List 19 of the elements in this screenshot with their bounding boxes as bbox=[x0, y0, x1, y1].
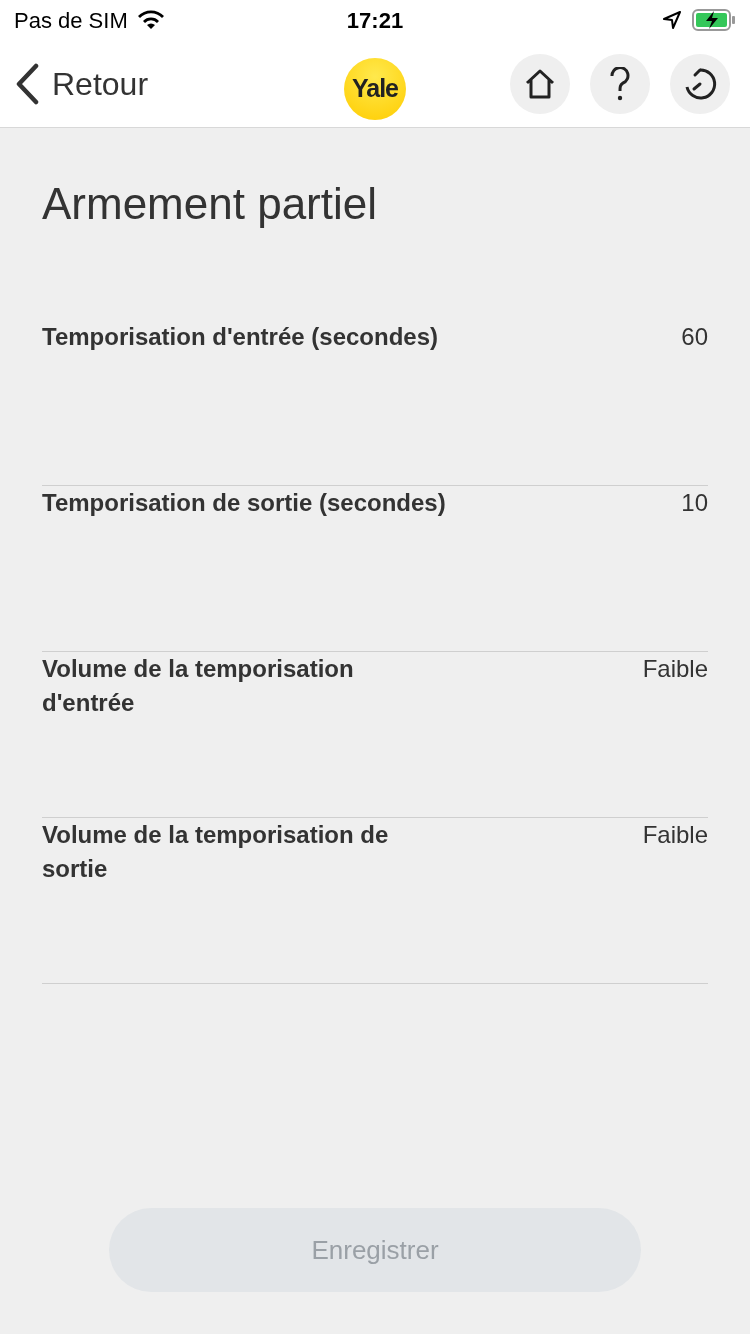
home-icon bbox=[524, 68, 556, 99]
clock-time: 17:21 bbox=[346, 6, 404, 35]
question-icon bbox=[609, 66, 631, 101]
setting-value[interactable]: Faible bbox=[642, 652, 708, 686]
back-button[interactable]: Retour bbox=[14, 59, 149, 108]
yale-logo: Yale bbox=[344, 58, 406, 120]
timer-icon bbox=[683, 66, 717, 101]
setting-value[interactable]: Faible bbox=[642, 818, 708, 852]
carrier-name: Pas de SIM bbox=[14, 6, 128, 35]
setting-label: Temporisation de sortie (secondes) bbox=[42, 488, 447, 518]
page-title: Armement partiel bbox=[42, 178, 378, 230]
battery-icon bbox=[692, 8, 736, 32]
setting-label: Temporisation d'entrée (secondes) bbox=[42, 322, 439, 352]
chevron-left-icon bbox=[14, 62, 40, 105]
setting-label: Volume de la temporisation d'entrée bbox=[42, 654, 355, 718]
setting-label: Volume de la temporisation de sortie bbox=[42, 820, 390, 884]
setting-value[interactable]: 10 bbox=[681, 486, 708, 520]
location-arrow-icon bbox=[662, 10, 682, 30]
setting-value[interactable]: 60 bbox=[681, 320, 708, 354]
